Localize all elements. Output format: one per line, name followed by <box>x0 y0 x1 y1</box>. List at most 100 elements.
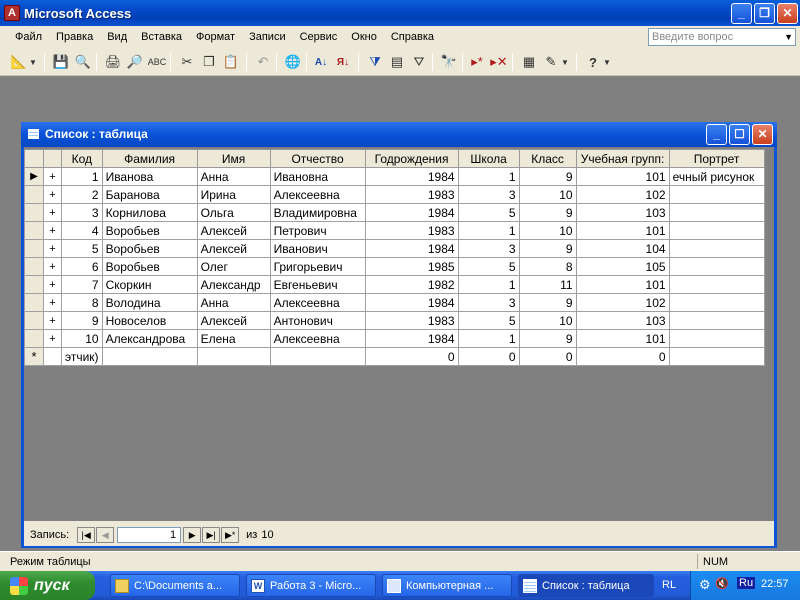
table-cell[interactable]: 1 <box>457 329 520 348</box>
table-cell[interactable]: Алексей <box>196 221 271 240</box>
table-cell[interactable]: 102 <box>575 293 670 312</box>
table-cell[interactable]: 10 <box>518 185 577 204</box>
table-cell[interactable]: 1984 <box>364 293 459 312</box>
table-cell[interactable]: этчик) <box>61 347 103 366</box>
table-cell[interactable]: Елена <box>196 329 271 348</box>
column-header[interactable]: Школа <box>457 149 520 168</box>
table-cell[interactable] <box>668 275 765 294</box>
select-all-corner[interactable] <box>24 149 44 168</box>
table-cell[interactable]: 1 <box>457 167 520 186</box>
spell-check-icon[interactable]: ABC <box>148 53 167 71</box>
print-icon[interactable]: 🖨 <box>104 53 122 71</box>
table-cell[interactable]: 8 <box>61 293 103 312</box>
table-cell[interactable]: Александр <box>196 275 271 294</box>
table-cell[interactable]: Ольга <box>196 203 271 222</box>
design-view-icon[interactable]: 📐 <box>10 53 28 71</box>
row-selector[interactable] <box>24 311 44 330</box>
row-selector[interactable] <box>24 293 44 312</box>
table-cell[interactable]: Анна <box>196 293 271 312</box>
table-cell[interactable]: 101 <box>575 221 670 240</box>
table-cell[interactable] <box>196 347 271 366</box>
table-cell[interactable]: 5 <box>61 239 103 258</box>
menu-help[interactable]: Справка <box>384 31 441 43</box>
row-selector[interactable] <box>24 275 44 294</box>
find-icon[interactable]: 🔭 <box>440 53 458 71</box>
table-cell[interactable]: 1 <box>457 221 520 240</box>
close-button[interactable]: ✕ <box>777 3 798 24</box>
table-cell[interactable]: Александрова <box>101 329 198 348</box>
help-question-input[interactable]: Введите вопрос ▼ <box>648 28 796 46</box>
table-cell[interactable]: 9 <box>518 239 577 258</box>
table-cell[interactable]: 0 <box>457 347 520 366</box>
tray-app-icon[interactable]: 🔇 <box>715 577 729 590</box>
new-record-icon[interactable]: ▸* <box>468 53 486 71</box>
table-cell[interactable]: Новоселов <box>101 311 198 330</box>
table-row[interactable]: +5 Воробьев Алексей Иванович 1984 3 9 104 <box>24 239 765 258</box>
cut-icon[interactable]: ✂ <box>178 53 196 71</box>
hyperlink-icon[interactable]: 🌐 <box>284 53 302 71</box>
table-cell[interactable]: 1984 <box>364 167 459 186</box>
print-preview-icon[interactable]: 🔍 <box>74 53 92 71</box>
menu-window[interactable]: Окно <box>344 31 384 43</box>
table-cell[interactable]: 3 <box>457 185 520 204</box>
undo-icon[interactable]: ↶ <box>254 53 272 71</box>
table-cell[interactable]: 1984 <box>364 329 459 348</box>
column-header[interactable]: Фамилия <box>101 149 198 168</box>
chevron-down-icon[interactable]: ▼ <box>28 53 38 71</box>
table-cell[interactable]: 5 <box>457 203 520 222</box>
save-icon[interactable]: 💾 <box>52 53 70 71</box>
column-header[interactable]: Годрождения <box>364 149 459 168</box>
table-cell[interactable]: Иванова <box>101 167 198 186</box>
taskbar-item-documents[interactable]: C:\Documents a... <box>110 574 240 597</box>
help-icon[interactable]: ? <box>584 53 602 71</box>
table-cell[interactable]: 11 <box>518 275 577 294</box>
next-record-button[interactable]: ▶ <box>183 527 202 543</box>
column-header[interactable]: Код <box>61 149 103 168</box>
chevron-down-icon[interactable]: ▼ <box>560 53 570 71</box>
table-cell[interactable]: 0 <box>575 347 670 366</box>
taskbar-item-table[interactable]: Список : таблица <box>518 574 654 597</box>
table-cell[interactable] <box>668 203 765 222</box>
taskbar-item-computer[interactable]: Компьютерная ... <box>382 574 512 597</box>
first-record-button[interactable]: |◀ <box>77 527 96 543</box>
column-header[interactable]: Класс <box>518 149 577 168</box>
table-cell[interactable]: 0 <box>518 347 577 366</box>
table-cell[interactable]: Корнилова <box>101 203 198 222</box>
expand-row-button[interactable]: + <box>43 167 62 186</box>
row-selector[interactable] <box>24 203 44 222</box>
expand-row-button[interactable]: + <box>43 293 62 312</box>
table-cell[interactable]: 101 <box>575 167 670 186</box>
table-cell[interactable]: 0 <box>364 347 459 366</box>
table-cell[interactable]: Воробьев <box>101 239 198 258</box>
table-cell[interactable]: Алексеевна <box>269 185 366 204</box>
table-cell[interactable]: 5 <box>457 311 520 330</box>
menu-records[interactable]: Записи <box>242 31 293 43</box>
table-row[interactable]: +8 Володина Анна Алексеевна 1984 3 9 102 <box>24 293 765 312</box>
table-cell[interactable]: 7 <box>61 275 103 294</box>
sort-ascending-icon[interactable]: A↓ <box>312 53 330 71</box>
expand-row-button[interactable]: + <box>43 203 62 222</box>
language-indicator[interactable]: RL <box>662 579 676 591</box>
table-cell[interactable]: 10 <box>61 329 103 348</box>
menu-view[interactable]: Вид <box>100 31 134 43</box>
table-cell[interactable]: 1984 <box>364 203 459 222</box>
table-cell[interactable]: Ирина <box>196 185 271 204</box>
table-cell[interactable]: 104 <box>575 239 670 258</box>
menu-edit[interactable]: Правка <box>49 31 100 43</box>
table-cell[interactable]: Владимировна <box>269 203 366 222</box>
column-header[interactable]: Учебная групп: <box>575 149 670 168</box>
table-cell[interactable]: 1983 <box>364 185 459 204</box>
table-cell[interactable]: Олег <box>196 257 271 276</box>
table-cell[interactable]: 1983 <box>364 221 459 240</box>
table-cell[interactable]: Иванович <box>269 239 366 258</box>
table-cell[interactable]: 103 <box>575 311 670 330</box>
start-button[interactable]: пуск <box>0 571 95 600</box>
row-selector[interactable] <box>24 185 44 204</box>
table-row[interactable]: +2 Баранова Ирина Алексеевна 1983 3 10 102 <box>24 185 765 204</box>
table-cell[interactable]: 9 <box>61 311 103 330</box>
table-cell[interactable]: Володина <box>101 293 198 312</box>
table-cell[interactable]: 1 <box>457 275 520 294</box>
table-cell[interactable]: 6 <box>61 257 103 276</box>
table-cell[interactable]: Баранова <box>101 185 198 204</box>
taskbar-item-word[interactable]: W Работа 3 - Micro... <box>246 574 376 597</box>
